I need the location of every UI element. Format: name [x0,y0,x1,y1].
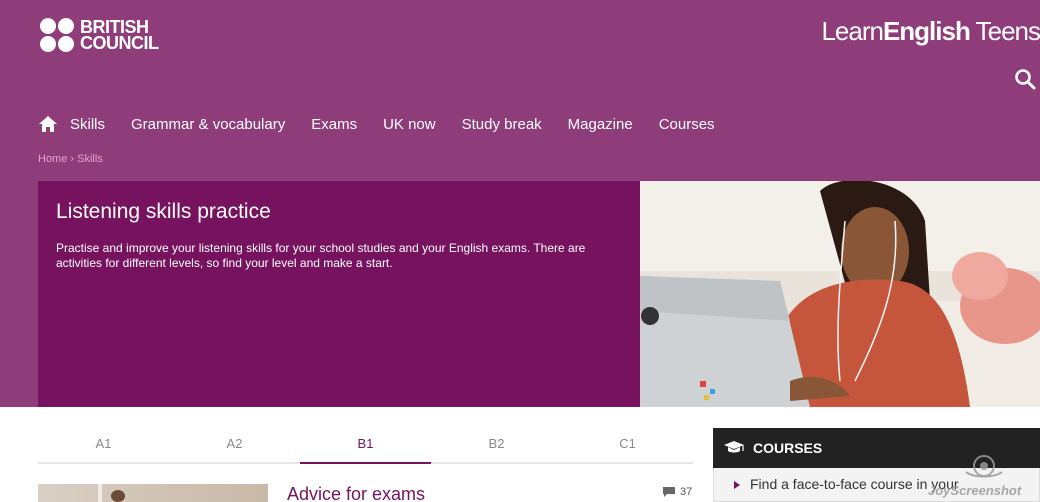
watermark-camera-icon [965,455,1003,478]
comment-icon [663,487,675,497]
breadcrumb-current: Skills [77,153,103,165]
home-icon[interactable] [38,114,58,134]
british-council-logo[interactable]: BRITISH COUNCIL [40,18,159,52]
search-icon [1015,69,1036,90]
page-title: Listening skills practice [56,200,271,223]
article-title-link[interactable]: Advice for exams [287,484,425,502]
tab-b1[interactable]: B1 [300,432,431,464]
watermark: JoyScreenshot [928,452,1040,502]
bullet-triangle-icon [734,481,740,489]
courses-heading-text: COURSES [753,440,823,456]
logo-text: BRITISH COUNCIL [80,17,159,53]
level-tabs: A1 A2 B1 B2 C1 [38,432,693,464]
nav-skills[interactable]: Skills [70,116,105,133]
nav-study-break[interactable]: Study break [462,116,542,133]
comment-count[interactable]: 37 [662,486,692,498]
main-nav: Skills Grammar & vocabulary Exams UK now… [38,114,741,134]
page-description: Practise and improve your listening skil… [56,241,586,270]
tab-a1[interactable]: A1 [38,432,169,462]
nav-uk-now[interactable]: UK now [383,116,436,133]
nav-grammar-vocabulary[interactable]: Grammar & vocabulary [131,116,285,133]
nav-magazine[interactable]: Magazine [568,116,633,133]
tab-b2[interactable]: B2 [431,432,562,462]
search-button[interactable] [1014,68,1038,92]
tab-a2[interactable]: A2 [169,432,300,462]
graduation-cap-icon [724,441,744,453]
logo-dots-icon [40,18,74,52]
tab-c1[interactable]: C1 [562,432,693,462]
breadcrumb-home[interactable]: Home [38,153,67,165]
article-thumbnail[interactable] [38,484,268,502]
breadcrumb-separator: › [67,153,78,165]
hero-panel: Listening skills practice Practise and i… [38,181,640,407]
site-name[interactable]: LearnEnglish Teens [821,16,1040,47]
comment-count-value: 37 [680,486,693,498]
breadcrumb: Home › Skills [38,153,103,165]
nav-courses[interactable]: Courses [659,116,715,133]
hero-photo [640,181,1040,407]
nav-exams[interactable]: Exams [311,116,357,133]
